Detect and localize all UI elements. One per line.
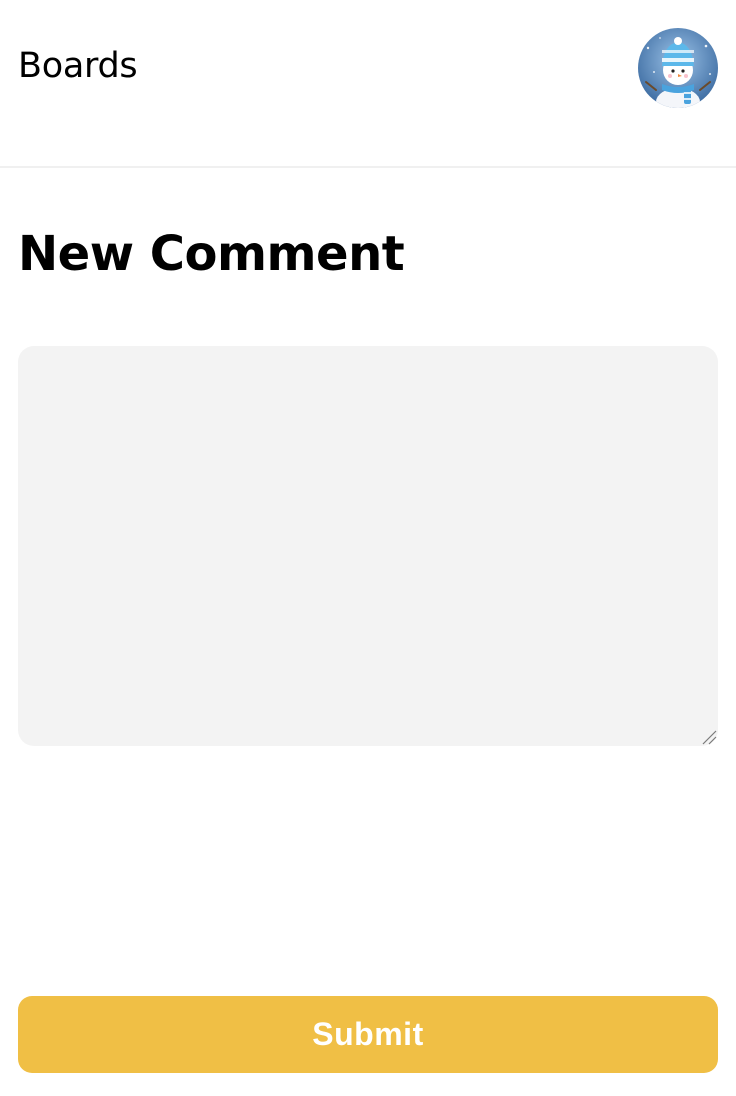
app-header: Boards (0, 0, 736, 168)
submit-button[interactable]: Submit (18, 996, 718, 1073)
boards-link[interactable]: Boards (18, 44, 138, 88)
page-title: New Comment (18, 226, 405, 282)
avatar[interactable] (638, 28, 718, 108)
resize-handle-icon[interactable] (700, 728, 718, 746)
comment-textarea[interactable] (18, 346, 718, 746)
snowman-avatar-icon (638, 28, 718, 108)
